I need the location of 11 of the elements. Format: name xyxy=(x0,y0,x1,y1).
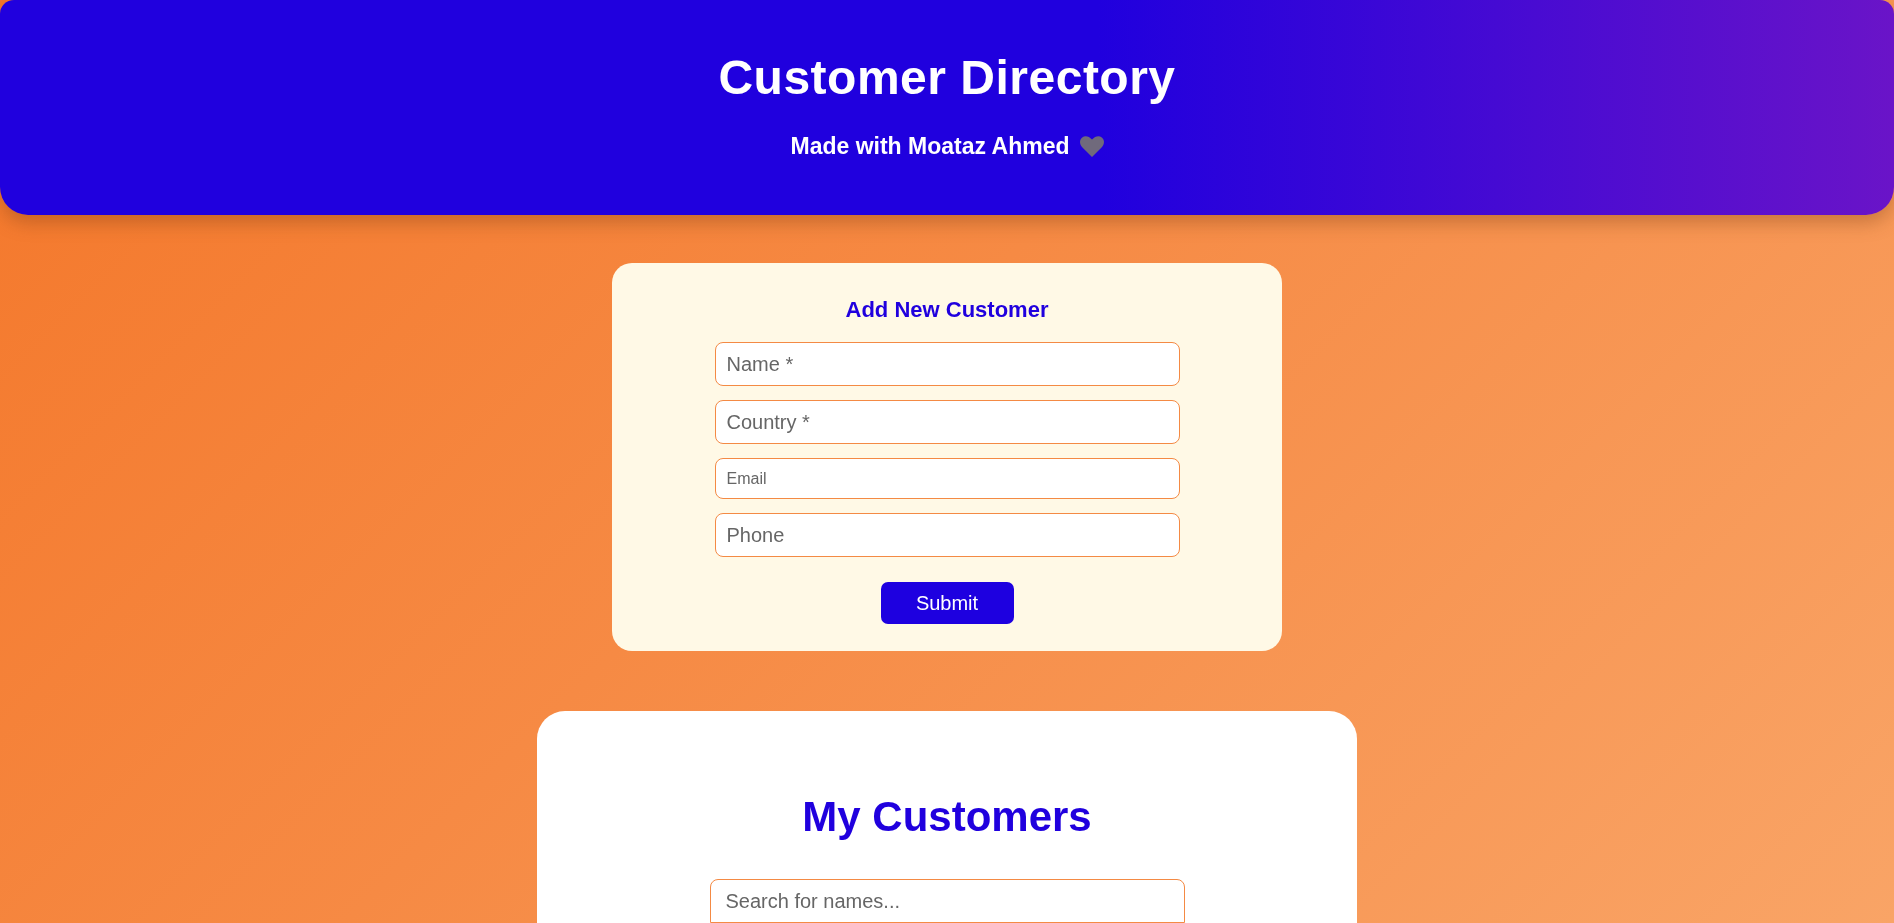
section-title: My Customers xyxy=(802,793,1092,841)
form-title: Add New Customer xyxy=(845,296,1049,324)
heart-icon xyxy=(1079,135,1104,157)
submit-button[interactable]: Submit xyxy=(880,582,1014,624)
subtitle-text: Made with Moataz Ahmed xyxy=(790,132,1070,160)
search-field[interactable]: Search for names... xyxy=(709,879,1185,923)
input-field[interactable]: Country * xyxy=(714,400,1180,444)
page-title: Customer Directory xyxy=(718,50,1176,106)
input-field[interactable]: Phone xyxy=(714,513,1180,557)
input-field[interactable]: Name * xyxy=(714,342,1180,386)
input-field[interactable]: Email xyxy=(714,458,1180,499)
